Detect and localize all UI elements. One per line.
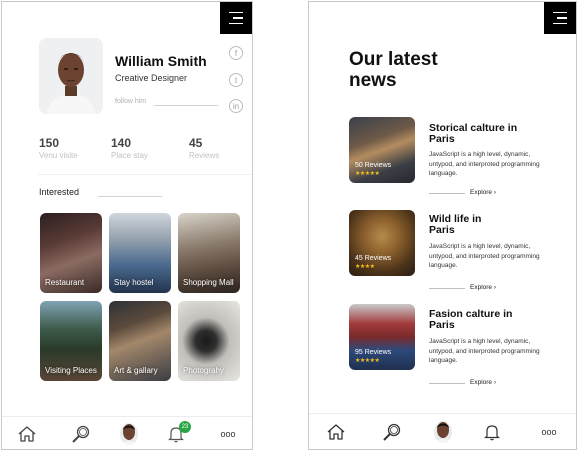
tile-visiting-places[interactable]: Visiting Places [40, 301, 102, 381]
follow-divider [154, 105, 218, 106]
stat-value: 45 [189, 136, 203, 150]
profile-avatar [39, 38, 103, 114]
stat-label: Place stay [111, 151, 148, 160]
interested-heading: Interested [39, 187, 80, 197]
tile-label: Art & gallary [114, 366, 158, 375]
twitter-icon[interactable]: t [229, 73, 243, 87]
stat-place-stay: 140 Place stay [111, 136, 148, 160]
article-title[interactable]: Storical calture in Paris [429, 123, 519, 145]
stat-label: Reviews [189, 151, 220, 160]
bottom-nav: 23 ooo [2, 416, 252, 449]
search-icon[interactable] [70, 423, 92, 445]
stat-value: 140 [111, 136, 132, 150]
search-icon[interactable] [381, 421, 403, 443]
article-description: JavaScript is a high level, dynamic, unt… [429, 338, 540, 364]
menu-line [229, 11, 243, 14]
menu-line [229, 22, 243, 25]
stat-value: 150 [39, 136, 60, 150]
tile-stay-hostel[interactable]: Stay hostel [109, 213, 171, 293]
news-title: Our latest news [349, 49, 438, 91]
tile-label: Visiting Places [45, 366, 97, 375]
tile-restaurant[interactable]: Restaurant [40, 213, 102, 293]
tile-photography[interactable]: Photograhy [178, 301, 240, 381]
bottom-nav: ooo [309, 413, 576, 449]
article-image[interactable]: 95 Reviews ★★★★★ [349, 304, 415, 370]
tile-label: Photograhy [183, 366, 224, 375]
explore-link[interactable]: Explore › [470, 189, 496, 196]
menu-button[interactable] [544, 2, 576, 34]
rating-stars: ★★★★ [355, 264, 375, 270]
explore-label: Explore [470, 379, 493, 386]
stat-label: Venu visite [39, 151, 78, 160]
home-icon[interactable] [325, 421, 347, 443]
explore-divider [429, 193, 465, 194]
explore-link[interactable]: Explore › [470, 284, 496, 291]
menu-line [553, 11, 567, 14]
chevron-right-icon: › [493, 284, 497, 291]
article-image[interactable]: 50 Reviews ★★★★★ [349, 117, 415, 183]
explore-link[interactable]: Explore › [470, 379, 496, 386]
chevron-right-icon: › [493, 379, 497, 386]
explore-divider [429, 383, 465, 384]
profile-role: Creative Designer [115, 73, 188, 83]
explore-label: Explore [470, 284, 493, 291]
interested-divider [98, 196, 162, 197]
article-title[interactable]: Wild life in Paris [429, 214, 499, 236]
tile-shopping-mall[interactable]: Shopping Mall [178, 213, 240, 293]
article-reviews: 50 Reviews [355, 162, 392, 169]
profile-name: William Smith [115, 53, 207, 69]
chevron-right-icon: › [493, 189, 497, 196]
rating-stars: ★★★★★ [355, 171, 380, 177]
tile-label: Stay hostel [114, 278, 154, 287]
tile-label: Restaurant [45, 278, 85, 287]
notification-badge: 23 [179, 421, 191, 433]
follow-label[interactable]: follow him [115, 98, 146, 105]
stat-venu-visite: 150 Venu visite [39, 136, 78, 160]
notification-bell-icon[interactable]: 23 [165, 421, 191, 445]
article-image[interactable]: 45 Reviews ★★★★ [349, 210, 415, 276]
menu-button[interactable] [220, 2, 252, 34]
more-label: ooo [541, 427, 557, 437]
news-screen: Our latest news 50 Reviews ★★★★★ Storica… [308, 1, 577, 450]
more-icon[interactable]: ooo [537, 421, 561, 443]
explore-label: Explore [470, 189, 493, 196]
article-description: JavaScript is a high level, dynamic, unt… [429, 243, 540, 269]
notification-bell-icon[interactable] [481, 421, 503, 443]
more-icon[interactable]: ooo [216, 423, 240, 445]
more-label: ooo [220, 429, 236, 439]
profile-screen: William Smith Creative Designer follow h… [1, 1, 253, 450]
menu-line [553, 22, 567, 25]
article-title[interactable]: Fasion calture in Paris [429, 309, 521, 331]
rating-stars: ★★★★★ [355, 358, 380, 364]
home-icon[interactable] [16, 423, 38, 445]
profile-nav-avatar[interactable] [118, 423, 140, 445]
menu-line [233, 17, 243, 19]
menu-line [557, 17, 567, 19]
article-reviews: 45 Reviews [355, 255, 392, 262]
stat-reviews: 45 Reviews [189, 136, 219, 160]
section-divider [38, 174, 252, 175]
article-reviews: 95 Reviews [355, 349, 392, 356]
tile-label: Shopping Mall [183, 278, 234, 287]
article-description: JavaScript is a high level, dynamic, unt… [429, 151, 540, 177]
linkedin-icon[interactable]: in [229, 99, 243, 113]
profile-nav-avatar[interactable] [432, 421, 454, 443]
tile-art-gallery[interactable]: Art & gallary [109, 301, 171, 381]
facebook-icon[interactable]: f [229, 46, 243, 60]
explore-divider [429, 288, 465, 289]
